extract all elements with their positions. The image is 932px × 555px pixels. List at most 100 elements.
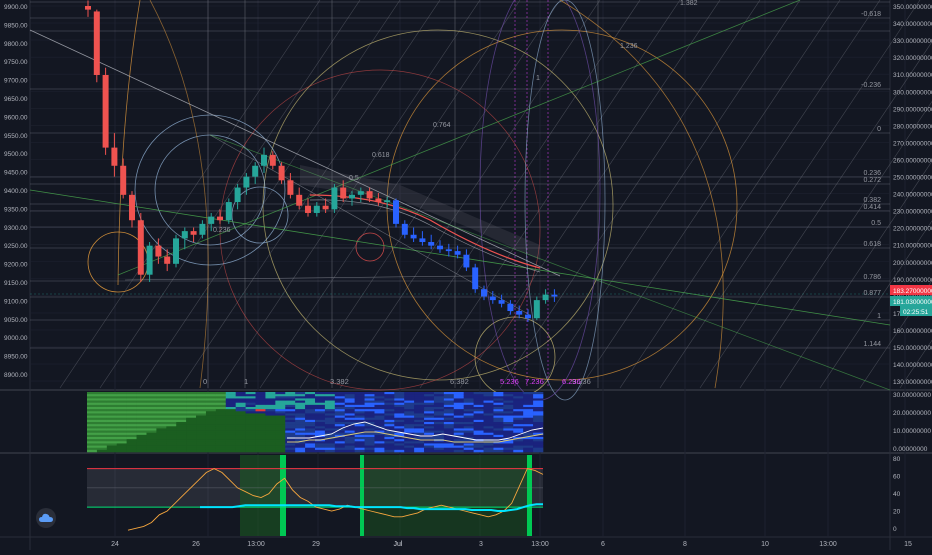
heatmap-cell — [414, 419, 425, 423]
heatmap-cell — [324, 419, 336, 423]
heatmap-cell — [196, 439, 207, 442]
fib-inner-label: 0.764 — [433, 122, 451, 129]
heatmap-cell — [394, 407, 405, 410]
candle-body — [155, 245, 162, 257]
heatmap-cell — [473, 413, 484, 416]
heatmap-cell — [156, 413, 167, 416]
heatmap-cell — [255, 426, 266, 429]
heatmap-cell — [87, 409, 98, 412]
heatmap-cell — [305, 409, 316, 412]
x-axis-label: 10 — [761, 541, 769, 548]
heatmap-cell — [384, 415, 395, 419]
candle-body — [313, 205, 320, 213]
heatmap-cell — [275, 441, 286, 444]
heatmap-cell — [473, 394, 484, 397]
heatmap-cell — [364, 394, 375, 397]
heatmap-cell — [176, 443, 187, 446]
heatmap-cell — [146, 439, 157, 442]
heatmap-cell — [424, 404, 435, 408]
heatmap-cell — [533, 396, 544, 399]
heatmap-cell — [463, 449, 474, 453]
heatmap-cell — [414, 430, 425, 434]
heatmap-cell — [394, 449, 405, 453]
heatmap-cell — [324, 400, 336, 404]
fib-inner-label: 0.618 — [372, 152, 390, 159]
heatmap-cell — [404, 445, 415, 449]
fib-level-label: 1.236 — [620, 43, 638, 50]
candle-body — [357, 191, 364, 195]
heatmap-cell — [156, 424, 167, 427]
pane3-axis-tick: 20 — [893, 509, 901, 516]
heatmap-cell — [136, 422, 147, 425]
heatmap-cell — [106, 400, 118, 404]
heatmap-cell — [473, 409, 484, 412]
heatmap-cell — [176, 439, 187, 442]
heatmap-cell — [285, 426, 296, 429]
heatmap-cell — [463, 447, 474, 451]
heatmap-cell — [126, 400, 137, 404]
heatmap-cell — [146, 419, 157, 423]
heatmap-cell — [255, 407, 266, 410]
heatmap-cell — [443, 413, 455, 416]
heatmap-cell — [443, 400, 455, 404]
heatmap-cell — [483, 437, 494, 440]
heatmap-cell — [364, 447, 375, 451]
heatmap-cell — [186, 428, 197, 431]
heatmap-cell — [166, 404, 177, 408]
heatmap-cell — [305, 413, 316, 416]
heatmap-cell — [453, 426, 464, 429]
heatmap-cell — [473, 432, 484, 436]
heatmap-cell — [106, 447, 118, 451]
heatmap-cell — [533, 422, 544, 425]
heatmap-cell — [255, 441, 266, 444]
heatmap-cell — [523, 411, 534, 414]
heatmap-cell — [315, 402, 326, 406]
heatmap-cell — [126, 445, 137, 449]
trading-chart[interactable]: 1.382-0.6181.236-0.23600.2360.2720.3820.… — [0, 0, 932, 550]
heatmap-cell — [493, 400, 504, 404]
heatmap-cell — [146, 441, 157, 444]
heatmap-cell — [87, 392, 98, 395]
heatmap-cell — [394, 419, 405, 423]
heatmap-cell — [324, 417, 336, 421]
heatmap-cell — [225, 407, 236, 410]
heatmap-cell — [493, 430, 504, 434]
heatmap-cell — [523, 396, 534, 399]
heatmap-cell — [483, 392, 494, 395]
left-axis-tick: 9800.00 — [4, 41, 28, 48]
heatmap-cell — [493, 445, 504, 449]
cloud-logo-icon[interactable] — [36, 508, 56, 528]
heatmap-cell — [364, 426, 375, 429]
heatmap-cell — [334, 407, 346, 410]
heatmap-cell — [166, 430, 177, 434]
candle-body — [525, 314, 531, 319]
heatmap-cell — [225, 415, 236, 419]
heatmap-cell — [245, 419, 256, 423]
heatmap-cell — [503, 400, 514, 404]
candle-body — [533, 300, 540, 319]
heatmap-cell — [295, 443, 306, 446]
heatmap-cell — [315, 392, 326, 395]
x-axis-label: 26 — [192, 541, 200, 548]
heatmap-cell — [106, 396, 118, 399]
heatmap-cell — [404, 415, 415, 419]
heatmap-cell — [166, 445, 177, 449]
heatmap-cell — [126, 434, 137, 438]
heatmap-cell — [87, 402, 98, 406]
heatmap-cell — [176, 428, 187, 431]
heatmap-cell — [106, 441, 118, 444]
heatmap-cell — [364, 413, 375, 416]
heatmap-cell — [255, 415, 266, 419]
heatmap-cell — [394, 443, 405, 446]
heatmap-cell — [533, 437, 544, 440]
right-axis-tick: 320.00000000 — [893, 55, 932, 62]
heatmap-cell — [503, 441, 514, 444]
heatmap-cell — [414, 392, 425, 395]
heatmap-cell — [384, 409, 395, 412]
heatmap-cell — [265, 415, 276, 419]
heatmap-cell — [374, 392, 385, 395]
heatmap-cell — [513, 419, 524, 423]
heatmap-cell — [235, 432, 246, 436]
heatmap-cell — [493, 411, 504, 414]
heatmap-cell — [424, 392, 435, 395]
